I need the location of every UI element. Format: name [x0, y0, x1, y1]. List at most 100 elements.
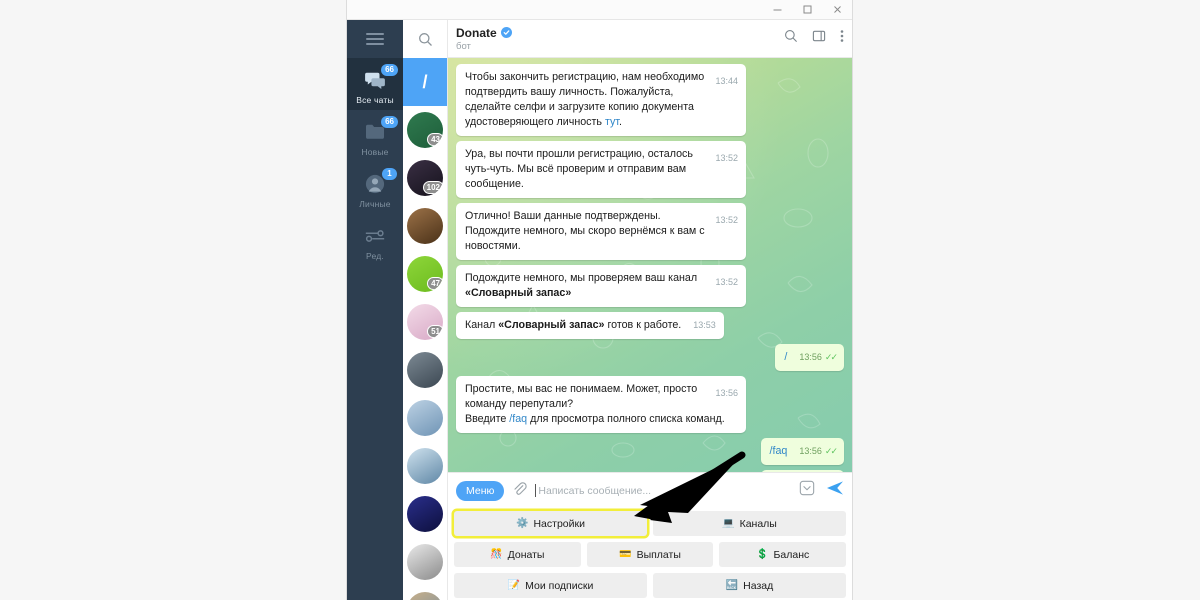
message-text-part: Подождите немного, мы проверяем ваш кана… [465, 272, 698, 284]
window-titlebar [347, 0, 852, 20]
message-text: Простите, мы вас не понимаем. Может, про… [465, 383, 725, 425]
keyboard-button-emoji: 💳 [619, 549, 632, 560]
incoming-message-bubble[interactable]: 13:52 Ура, вы почти прошли регистрацию, о… [456, 141, 746, 198]
keyboard-button-emoji: 💲 [756, 549, 769, 560]
message-meta: 13:56 ✓✓ [799, 350, 838, 365]
message-row: Канал «Словарный запас» готов к работе. 1… [456, 312, 844, 339]
message-row: 13:52 Подождите немного, мы проверяем ваш… [456, 265, 844, 307]
send-icon[interactable] [826, 480, 844, 501]
chat-list-item[interactable]: 51 [403, 298, 447, 346]
message-meta: 13:53 [693, 318, 716, 333]
message-time: 13:52 [715, 215, 738, 225]
chat-list-item[interactable]: / [403, 58, 447, 106]
message-time: 13:44 [715, 76, 738, 86]
close-icon[interactable] [822, 0, 852, 19]
incoming-message-bubble[interactable]: 13:52 Отлично! Ваши данные подтверждены. … [456, 203, 746, 260]
message-text-part: Простите, мы вас не понимаем. Может, про… [465, 383, 698, 410]
ship-photo-chat-avatar [407, 400, 443, 436]
incoming-message-bubble[interactable]: 13:52 Подождите немного, мы проверяем ваш… [456, 265, 746, 307]
message-text: Канал «Словарный запас» готов к работе. [465, 318, 681, 333]
sidebar-item-edit[interactable]: Ред. [347, 214, 403, 266]
message-link[interactable]: / [784, 351, 787, 363]
message-list: 13:44 Чтобы закончить регистрацию, нам не… [448, 58, 852, 472]
more-menu-icon[interactable] [840, 29, 844, 48]
composer-actions [799, 480, 844, 501]
keyboard-button-emoji: 🔙 [725, 580, 739, 591]
incoming-message-bubble[interactable]: Канал «Словарный запас» готов к работе. 1… [456, 312, 724, 339]
paperclip-icon[interactable] [512, 481, 528, 501]
minimize-icon[interactable] [762, 0, 792, 19]
chat-list-item[interactable] [403, 538, 447, 586]
chat-list-item[interactable]: 47 [403, 250, 447, 298]
page-title: Donate [456, 25, 497, 40]
hamburger-menu-icon[interactable] [347, 20, 403, 58]
message-text: Отлично! Ваши данные подтверждены. Подож… [465, 210, 705, 252]
telegram-tips-chat-avatar: 43 [407, 112, 443, 148]
chat-list-item[interactable] [403, 442, 447, 490]
chat-list-item[interactable]: 43 [403, 106, 447, 154]
message-text: Чтобы закончить регистрацию, нам необход… [465, 71, 704, 128]
message-text-part: для просмотра полного списка команд. [527, 413, 725, 425]
message-link[interactable]: тут [605, 116, 619, 128]
chat-list-rows: / 43 102 47 51 [403, 58, 447, 600]
person-icon: 1 [365, 167, 397, 195]
message-meta: 13:52 [715, 213, 738, 228]
keyboard-button[interactable]: 📝 Мои подписки [454, 573, 647, 598]
search-icon[interactable] [784, 29, 798, 48]
panel-icon[interactable] [812, 29, 826, 48]
message-row: /faq 13:56✓✓ [456, 438, 844, 465]
message-link[interactable]: /faq [509, 413, 527, 425]
sidebar-items: 66 Все чаты 66 Новые 1 Личные Ред. [347, 58, 403, 266]
chat-list-item[interactable] [403, 202, 447, 250]
keyboard-button-label: Настройки [533, 517, 585, 530]
starry-sky-chat-avatar [407, 496, 443, 532]
incoming-message-bubble[interactable]: 13:56 Простите, мы вас не понимаем. Может… [456, 376, 746, 433]
message-text-part: «Словарный запас» [498, 319, 605, 331]
sidebar-item-all-chats[interactable]: 66 Все чаты [347, 58, 403, 110]
keyboard-button-emoji: ⚙️ [516, 518, 529, 529]
message-row: 13:56 Простите, мы вас не понимаем. Может… [456, 376, 844, 433]
keyboard-button[interactable]: 🎊 Донаты [454, 542, 581, 567]
incoming-message-bubble[interactable]: 13:44 Чтобы закончить регистрацию, нам не… [456, 64, 746, 136]
keyboard-button-label: Баланс [773, 548, 810, 561]
chat-list-item[interactable] [403, 586, 447, 600]
sidebar-item-personal[interactable]: 1 Личные [347, 162, 403, 214]
keyboard-button[interactable]: ⚙️ Настройки [454, 511, 647, 536]
chat-list-item[interactable] [403, 346, 447, 394]
sidebar-item-label: Все чаты [356, 94, 394, 105]
chat-list: / 43 102 47 51 [403, 20, 448, 600]
keyboard-button-label: Донаты [507, 548, 545, 561]
boat-photo-chat-avatar [407, 592, 443, 600]
bot-menu-button[interactable]: Меню [456, 480, 505, 501]
message-meta: 13:56 [715, 386, 738, 401]
chats-icon: 66 [364, 63, 398, 91]
slash-chat-avatar: / [407, 64, 443, 100]
chat-list-item[interactable]: 102 [403, 154, 447, 202]
message-link[interactable]: /faq [770, 445, 788, 457]
outgoing-message-bubble[interactable]: /faq 13:56✓✓ [760, 438, 844, 465]
chat-list-item[interactable] [403, 490, 447, 538]
keyboard-button[interactable]: 💳 Выплаты [586, 542, 714, 567]
news-chat-avatar: 102 [407, 160, 443, 196]
outgoing-message-bubble[interactable]: / 13:56 ✓✓ [775, 344, 844, 371]
keyboard-button[interactable]: 🔙 Назад [653, 573, 846, 598]
chat-header: Donate бот [448, 20, 852, 58]
search-icon[interactable] [403, 20, 447, 58]
message-text-part: . [619, 116, 623, 128]
sidebar-item-label: Личные [359, 198, 391, 209]
wood-sign-chat-avatar [407, 208, 443, 244]
chat-list-item[interactable] [403, 394, 447, 442]
emoji-icon[interactable] [799, 480, 815, 501]
maximize-icon[interactable] [792, 0, 822, 19]
keyboard-button[interactable]: 💻 Каналы [653, 511, 846, 536]
sidebar-item-badge: 66 [381, 115, 398, 128]
message-composer: Меню Написать сообщение... [448, 472, 852, 508]
keyboard-row: ⚙️ Настройки 💻 Каналы [454, 511, 846, 536]
sidebar-item-label: Новые [361, 146, 389, 157]
keyboard-button[interactable]: 💲 Баланс [719, 542, 847, 567]
sidebar-item-new[interactable]: 66 Новые [347, 110, 403, 162]
folders-sidebar: 66 Все чаты 66 Новые 1 Личные Ред. [347, 20, 403, 600]
message-input[interactable]: Написать сообщение... [535, 484, 791, 497]
keyboard-button-emoji: 📝 [507, 580, 521, 591]
message-text-part: Отлично! Ваши данные подтверждены. Подож… [465, 210, 705, 252]
